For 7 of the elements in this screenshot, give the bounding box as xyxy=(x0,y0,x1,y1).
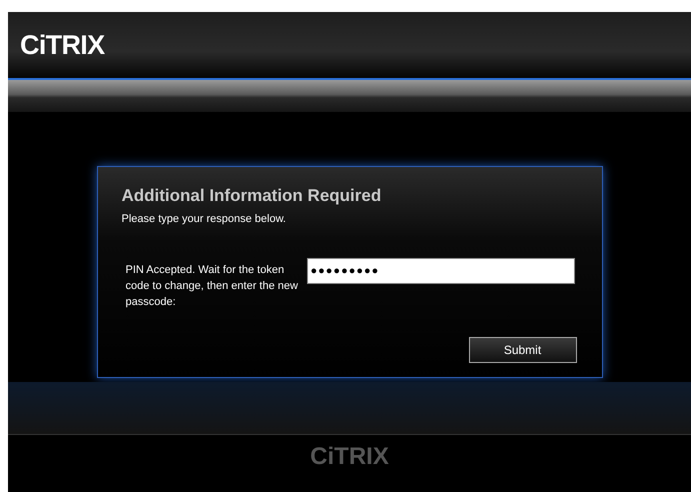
submit-button[interactable]: Submit xyxy=(468,336,576,363)
footer-logo: CiTRIX xyxy=(310,445,389,469)
dialog-title: Additional Information Required xyxy=(122,185,382,206)
passcode-field[interactable]: ●●●●●●●●● xyxy=(306,258,574,284)
logo: CiTRIX xyxy=(20,32,104,58)
dialog-subtitle: Please type your response below. xyxy=(122,212,287,228)
prompt-text: PIN Accepted. Wait for the token code to change, then enter the new passcode: xyxy=(124,262,299,310)
